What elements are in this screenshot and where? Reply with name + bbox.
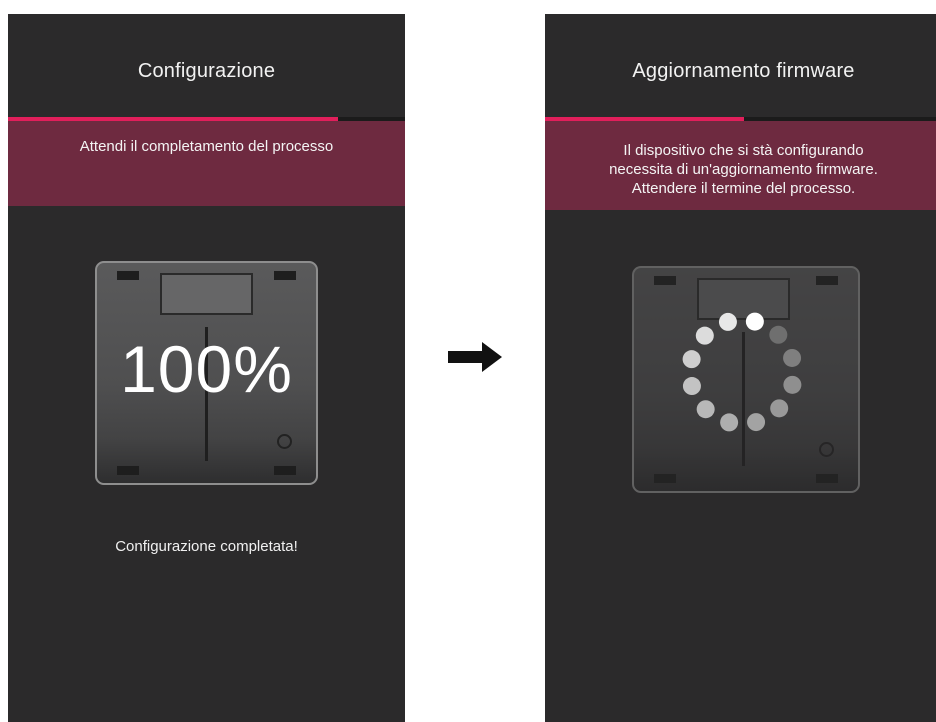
device-led	[277, 434, 292, 449]
info-banner: Attendi il completamento del processo	[8, 121, 405, 206]
right-arrow-icon	[448, 342, 502, 372]
firmware-update-screen: Aggiornamento firmware Il dispositivo ch…	[545, 14, 936, 722]
device-clip	[117, 466, 139, 475]
device-clip	[654, 276, 676, 285]
device-clip	[654, 474, 676, 483]
banner-line: Il dispositivo che si stà configurando	[623, 142, 864, 159]
screen-title: Configurazione	[137, 60, 276, 82]
device-led	[819, 442, 834, 457]
status-message: Configurazione completata!	[115, 538, 298, 555]
device-clip	[274, 466, 296, 475]
spinner-dot	[769, 325, 788, 344]
spinner-dot	[720, 413, 739, 432]
device-clip	[274, 271, 296, 280]
info-banner: Il dispositivo che si stà configurando n…	[545, 121, 936, 210]
spinner-dot	[747, 413, 766, 432]
progress-percent: 100%	[120, 332, 293, 406]
spinner-dot	[682, 377, 701, 396]
screen-title: Aggiornamento firmware	[632, 60, 855, 82]
device-clip	[816, 474, 838, 483]
spinner-dot	[696, 400, 715, 419]
configuration-screen: Configurazione Attendi il completamento …	[8, 14, 405, 722]
banner-line: Attendere il termine del processo.	[631, 180, 856, 197]
spinner-dot	[770, 399, 789, 418]
spinner-dot	[695, 326, 714, 345]
spinner-dot	[718, 312, 737, 331]
device-display	[160, 273, 253, 315]
banner-text: Attendi il completamento del processo	[79, 138, 334, 155]
loading-spinner-icon	[682, 312, 802, 432]
banner-line: necessita di un'aggiornamento firmware.	[609, 161, 878, 178]
spinner-dot	[682, 350, 701, 369]
device-clip	[816, 276, 838, 285]
device-image: 100%	[95, 261, 318, 485]
spinner-dot	[783, 375, 802, 394]
spinner-dot	[745, 312, 764, 331]
device-clip	[117, 271, 139, 280]
spinner-dot	[783, 348, 802, 367]
